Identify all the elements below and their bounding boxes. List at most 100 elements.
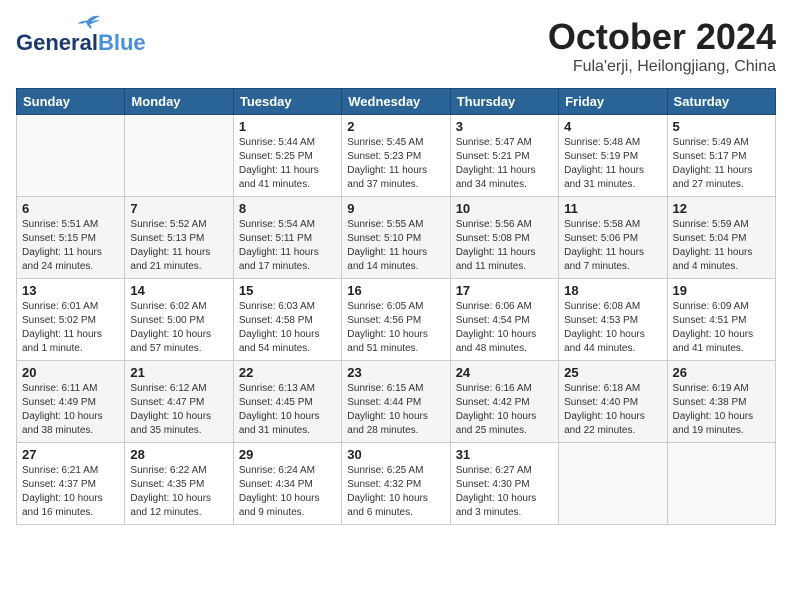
day-info: Sunrise: 6:09 AM Sunset: 4:51 PM Dayligh… [673,300,770,356]
calendar-cell: 19 Sunrise: 6:09 AM Sunset: 4:51 PM Dayli… [667,279,775,361]
calendar-cell: 5 Sunrise: 5:49 AM Sunset: 5:17 PM Daylig… [667,115,775,197]
weekday-header: Wednesday [342,89,450,115]
day-info: Sunrise: 6:08 AM Sunset: 4:53 PM Dayligh… [564,300,661,356]
calendar-cell: 25 Sunrise: 6:18 AM Sunset: 4:40 PM Dayli… [559,361,667,443]
day-number: 5 [673,119,770,134]
calendar-cell: 10 Sunrise: 5:56 AM Sunset: 5:08 PM Dayli… [450,197,558,279]
calendar-cell [17,115,125,197]
calendar-table: SundayMondayTuesdayWednesdayThursdayFrid… [16,88,776,525]
day-number: 24 [456,365,553,380]
logo: GeneralBlue [16,16,146,56]
calendar-cell: 4 Sunrise: 5:48 AM Sunset: 5:19 PM Daylig… [559,115,667,197]
day-info: Sunrise: 6:24 AM Sunset: 4:34 PM Dayligh… [239,464,336,520]
day-info: Sunrise: 6:02 AM Sunset: 5:00 PM Dayligh… [130,300,227,356]
calendar-cell: 1 Sunrise: 5:44 AM Sunset: 5:25 PM Daylig… [233,115,341,197]
day-info: Sunrise: 6:03 AM Sunset: 4:58 PM Dayligh… [239,300,336,356]
weekday-header: Tuesday [233,89,341,115]
day-number: 13 [22,283,119,298]
weekday-header: Monday [125,89,233,115]
day-info: Sunrise: 6:25 AM Sunset: 4:32 PM Dayligh… [347,464,444,520]
calendar-cell: 31 Sunrise: 6:27 AM Sunset: 4:30 PM Dayli… [450,443,558,525]
day-info: Sunrise: 5:49 AM Sunset: 5:17 PM Dayligh… [673,136,770,192]
calendar-cell: 26 Sunrise: 6:19 AM Sunset: 4:38 PM Dayli… [667,361,775,443]
weekday-header: Saturday [667,89,775,115]
calendar-cell: 24 Sunrise: 6:16 AM Sunset: 4:42 PM Dayli… [450,361,558,443]
day-number: 8 [239,201,336,216]
calendar-week-row: 1 Sunrise: 5:44 AM Sunset: 5:25 PM Daylig… [17,115,776,197]
calendar-cell: 21Sunrise: 6:12 AM Sunset: 4:47 PM Dayli… [125,361,233,443]
day-info: Sunrise: 6:16 AM Sunset: 4:42 PM Dayligh… [456,382,553,438]
calendar-cell: 8Sunrise: 5:54 AM Sunset: 5:11 PM Daylig… [233,197,341,279]
day-number: 10 [456,201,553,216]
day-info: Sunrise: 6:06 AM Sunset: 4:54 PM Dayligh… [456,300,553,356]
day-info: Sunrise: 5:48 AM Sunset: 5:19 PM Dayligh… [564,136,661,192]
day-info: Sunrise: 5:52 AM Sunset: 5:13 PM Dayligh… [130,218,227,274]
weekday-header: Sunday [17,89,125,115]
calendar-cell: 11 Sunrise: 5:58 AM Sunset: 5:06 PM Dayli… [559,197,667,279]
calendar-cell [667,443,775,525]
day-info: Sunrise: 6:13 AM Sunset: 4:45 PM Dayligh… [239,382,336,438]
day-number: 11 [564,201,661,216]
day-info: Sunrise: 5:59 AM Sunset: 5:04 PM Dayligh… [673,218,770,274]
calendar-week-row: 27Sunrise: 6:21 AM Sunset: 4:37 PM Dayli… [17,443,776,525]
calendar-week-row: 6Sunrise: 5:51 AM Sunset: 5:15 PM Daylig… [17,197,776,279]
page-header: GeneralBlue October 2024 Fula'erji, Heil… [16,16,776,76]
day-number: 20 [22,365,119,380]
logo-text: GeneralBlue [16,30,146,56]
calendar-cell: 18 Sunrise: 6:08 AM Sunset: 4:53 PM Dayli… [559,279,667,361]
calendar-cell: 28 Sunrise: 6:22 AM Sunset: 4:35 PM Dayli… [125,443,233,525]
calendar-cell: 9Sunrise: 5:55 AM Sunset: 5:10 PM Daylig… [342,197,450,279]
day-info: Sunrise: 5:58 AM Sunset: 5:06 PM Dayligh… [564,218,661,274]
calendar-cell: 20 Sunrise: 6:11 AM Sunset: 4:49 PM Dayli… [17,361,125,443]
day-number: 16 [347,283,444,298]
day-number: 12 [673,201,770,216]
calendar-cell: 17Sunrise: 6:06 AM Sunset: 4:54 PM Dayli… [450,279,558,361]
day-number: 23 [347,365,444,380]
calendar-cell: 3 Sunrise: 5:47 AM Sunset: 5:21 PM Daylig… [450,115,558,197]
calendar-cell: 27Sunrise: 6:21 AM Sunset: 4:37 PM Dayli… [17,443,125,525]
day-info: Sunrise: 5:44 AM Sunset: 5:25 PM Dayligh… [239,136,336,192]
day-number: 4 [564,119,661,134]
day-info: Sunrise: 5:56 AM Sunset: 5:08 PM Dayligh… [456,218,553,274]
day-number: 9 [347,201,444,216]
calendar-week-row: 20 Sunrise: 6:11 AM Sunset: 4:49 PM Dayli… [17,361,776,443]
calendar-cell: 16Sunrise: 6:05 AM Sunset: 4:56 PM Dayli… [342,279,450,361]
day-info: Sunrise: 6:18 AM Sunset: 4:40 PM Dayligh… [564,382,661,438]
day-info: Sunrise: 6:27 AM Sunset: 4:30 PM Dayligh… [456,464,553,520]
calendar-cell [125,115,233,197]
calendar-cell: 7Sunrise: 5:52 AM Sunset: 5:13 PM Daylig… [125,197,233,279]
day-number: 2 [347,119,444,134]
calendar-week-row: 13Sunrise: 6:01 AM Sunset: 5:02 PM Dayli… [17,279,776,361]
calendar-cell [559,443,667,525]
day-number: 22 [239,365,336,380]
day-info: Sunrise: 5:45 AM Sunset: 5:23 PM Dayligh… [347,136,444,192]
day-number: 27 [22,447,119,462]
calendar-cell: 15Sunrise: 6:03 AM Sunset: 4:58 PM Dayli… [233,279,341,361]
day-number: 21 [130,365,227,380]
month-title: October 2024 [548,16,776,58]
day-number: 14 [130,283,227,298]
day-number: 3 [456,119,553,134]
day-number: 25 [564,365,661,380]
day-number: 6 [22,201,119,216]
day-number: 19 [673,283,770,298]
logo-bird-icon [68,12,100,30]
day-info: Sunrise: 5:47 AM Sunset: 5:21 PM Dayligh… [456,136,553,192]
calendar-cell: 14 Sunrise: 6:02 AM Sunset: 5:00 PM Dayli… [125,279,233,361]
day-number: 26 [673,365,770,380]
day-number: 28 [130,447,227,462]
calendar-cell: 13Sunrise: 6:01 AM Sunset: 5:02 PM Dayli… [17,279,125,361]
day-number: 29 [239,447,336,462]
calendar-cell: 22 Sunrise: 6:13 AM Sunset: 4:45 PM Dayli… [233,361,341,443]
day-info: Sunrise: 6:19 AM Sunset: 4:38 PM Dayligh… [673,382,770,438]
day-info: Sunrise: 6:22 AM Sunset: 4:35 PM Dayligh… [130,464,227,520]
day-number: 31 [456,447,553,462]
calendar-cell: 23Sunrise: 6:15 AM Sunset: 4:44 PM Dayli… [342,361,450,443]
day-number: 30 [347,447,444,462]
calendar-cell: 6Sunrise: 5:51 AM Sunset: 5:15 PM Daylig… [17,197,125,279]
calendar-cell: 29 Sunrise: 6:24 AM Sunset: 4:34 PM Dayli… [233,443,341,525]
day-number: 18 [564,283,661,298]
day-info: Sunrise: 6:11 AM Sunset: 4:49 PM Dayligh… [22,382,119,438]
weekday-header: Thursday [450,89,558,115]
day-number: 1 [239,119,336,134]
